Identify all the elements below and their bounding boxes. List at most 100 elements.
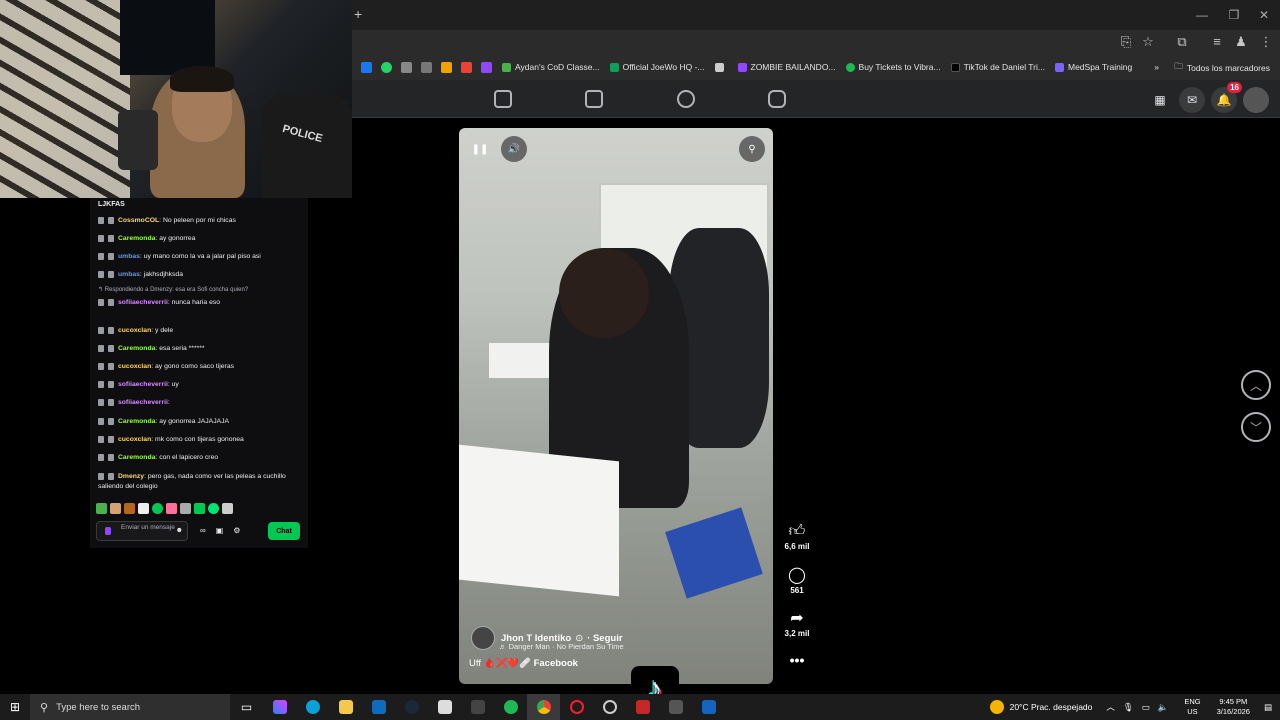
restore-button[interactable]: ❐: [1218, 0, 1250, 30]
language-indicator[interactable]: ENG US: [1184, 697, 1200, 717]
groups-icon[interactable]: [677, 90, 695, 108]
previous-reel-button[interactable]: ︿: [1241, 370, 1271, 400]
apps-grid-icon[interactable]: ▦: [1147, 87, 1173, 113]
app-icon[interactable]: [626, 694, 659, 720]
bookmark-1[interactable]: Official JoeWo HQ -...: [609, 62, 705, 72]
points-icon[interactable]: ∞: [200, 526, 206, 535]
chat-username[interactable]: sofiiaecheverrii: [118, 299, 168, 306]
bookmark-icon-e[interactable]: [441, 61, 452, 73]
file-explorer-icon[interactable]: [329, 694, 362, 720]
settings-gear-icon[interactable]: ⚙: [233, 526, 240, 535]
defender-icon[interactable]: [692, 694, 725, 720]
taskbar-search[interactable]: ⚲ Type here to search: [30, 694, 230, 720]
edge-icon[interactable]: [296, 694, 329, 720]
reel-music[interactable]: ♬ Danger Man · No Pierdan Su Time: [499, 642, 624, 651]
windows-start-icon[interactable]: ⊞: [0, 700, 30, 714]
media-controls-icon[interactable]: ≡: [1209, 34, 1225, 50]
store-icon[interactable]: [428, 694, 461, 720]
bookmark-5[interactable]: MedSpa Training: [1054, 62, 1132, 72]
emote-icon[interactable]: [152, 503, 163, 514]
chat-username[interactable]: Caremonda: [118, 345, 155, 352]
gift-icon[interactable]: ▣: [216, 526, 224, 535]
bookmark-pin[interactable]: [714, 62, 728, 72]
volume-icon[interactable]: 🔊: [501, 136, 527, 162]
obs-icon[interactable]: [461, 694, 494, 720]
bookmark-star-icon[interactable]: ☆: [1140, 34, 1156, 50]
chat-username[interactable]: cucoxclan: [118, 436, 151, 443]
bookmark-icon-d[interactable]: [421, 61, 432, 73]
chat-send-button[interactable]: Chat: [268, 522, 300, 540]
chat-username[interactable]: cucoxclan: [118, 327, 151, 334]
opera-icon[interactable]: [560, 694, 593, 720]
bookmark-0[interactable]: Aydan's CoD Classe...: [502, 62, 600, 72]
bookmarks-overflow-button[interactable]: »: [1154, 62, 1159, 72]
chat-username[interactable]: Dmenzy: [118, 473, 144, 480]
emote-icon[interactable]: [110, 503, 121, 514]
gmail-icon[interactable]: [461, 61, 472, 73]
chat-username[interactable]: CossmoCOL: [118, 217, 159, 224]
bookmark-3[interactable]: Buy Tickets to Vibra...: [845, 62, 941, 72]
emote-icon[interactable]: [180, 503, 191, 514]
capture-icon[interactable]: [593, 694, 626, 720]
chat-username[interactable]: umbas: [118, 253, 140, 260]
clock[interactable]: 9:45 PM 3/16/2026: [1217, 697, 1250, 717]
spotify-icon[interactable]: [494, 694, 527, 720]
profile-icon[interactable]: ♟: [1233, 34, 1249, 50]
like-button[interactable]: 👍︎ 6,6 mil: [780, 522, 814, 551]
video-icon[interactable]: [585, 90, 603, 108]
messenger-icon[interactable]: ✉: [1179, 87, 1205, 113]
next-reel-button[interactable]: ﹀: [1241, 412, 1271, 442]
bookmark-icon-a[interactable]: [361, 61, 372, 73]
account-avatar[interactable]: [1243, 87, 1269, 113]
weather-widget[interactable]: 20°C Prac. despejado: [989, 700, 1092, 714]
chat-username[interactable]: Caremonda: [118, 418, 155, 425]
bookmark-2[interactable]: ZOMBIE BAILANDO...: [737, 62, 836, 72]
new-tab-button[interactable]: +: [354, 6, 362, 22]
notifications-icon[interactable]: 🔔 16: [1211, 82, 1242, 113]
more-options-icon[interactable]: •••: [780, 652, 814, 668]
notification-center-icon[interactable]: ▤: [1264, 702, 1272, 713]
home-icon[interactable]: [494, 90, 512, 108]
chrome-icon[interactable]: [527, 694, 560, 720]
chat-message-input[interactable]: Enviar un mensaje ☻: [96, 521, 188, 541]
close-button[interactable]: ✕: [1248, 0, 1280, 30]
emote-icon[interactable]: [222, 503, 233, 514]
tray-overflow-icon[interactable]: ︿: [1106, 701, 1115, 713]
install-app-icon[interactable]: ⎘: [1118, 34, 1134, 50]
whatsapp-icon[interactable]: [381, 61, 392, 73]
pause-icon[interactable]: ❚❚: [467, 136, 493, 162]
extensions-icon[interactable]: ⧉: [1174, 34, 1190, 50]
chat-username[interactable]: cucoxclan: [118, 363, 151, 370]
share-button[interactable]: ➦ 3,2 mil: [780, 609, 814, 638]
volume-icon[interactable]: 🔈: [1158, 702, 1169, 713]
twitch-icon[interactable]: [481, 61, 492, 73]
emote-icon[interactable]: [96, 503, 107, 514]
author-avatar[interactable]: [471, 626, 495, 650]
task-view-icon[interactable]: ▭: [230, 694, 263, 720]
emote-icon[interactable]: [138, 503, 149, 514]
emote-icon[interactable]: [124, 503, 135, 514]
comment-button[interactable]: ◯ 561: [780, 566, 814, 595]
search-icon[interactable]: ⚲: [739, 136, 765, 162]
network-icon[interactable]: ▭: [1142, 702, 1150, 713]
gaming-icon[interactable]: [768, 90, 786, 108]
all-bookmarks-folder[interactable]: 🗀 Todos los marcadores: [1174, 61, 1270, 75]
microphone-icon[interactable]: 🎙: [1123, 702, 1134, 713]
reel-video[interactable]: ❚❚ 🔊 ⚲ Jhon T Identiko ⊙ · Seguir ♬ Dang…: [459, 128, 773, 684]
emote-icon[interactable]: [166, 503, 177, 514]
bookmark-4[interactable]: TikTok de Daniel Tri...: [950, 62, 1045, 72]
bits-icon[interactable]: [105, 527, 111, 535]
steam-icon[interactable]: [395, 694, 428, 720]
minimize-button[interactable]: —: [1186, 0, 1218, 30]
chat-username[interactable]: sofiiaecheverrii: [118, 381, 168, 388]
bookmark-icon-c[interactable]: [401, 61, 412, 73]
copilot-icon[interactable]: [263, 694, 296, 720]
chat-username[interactable]: sofiiaecheverrii: [118, 399, 168, 406]
outlook-icon[interactable]: [362, 694, 395, 720]
emote-icon[interactable]: [208, 503, 219, 514]
chat-username[interactable]: umbas: [118, 271, 140, 278]
emoji-picker-icon[interactable]: ☻: [176, 527, 183, 534]
chat-username[interactable]: Caremonda: [118, 235, 155, 242]
emote-icon[interactable]: [194, 503, 205, 514]
menu-icon[interactable]: ⋮: [1258, 34, 1274, 50]
